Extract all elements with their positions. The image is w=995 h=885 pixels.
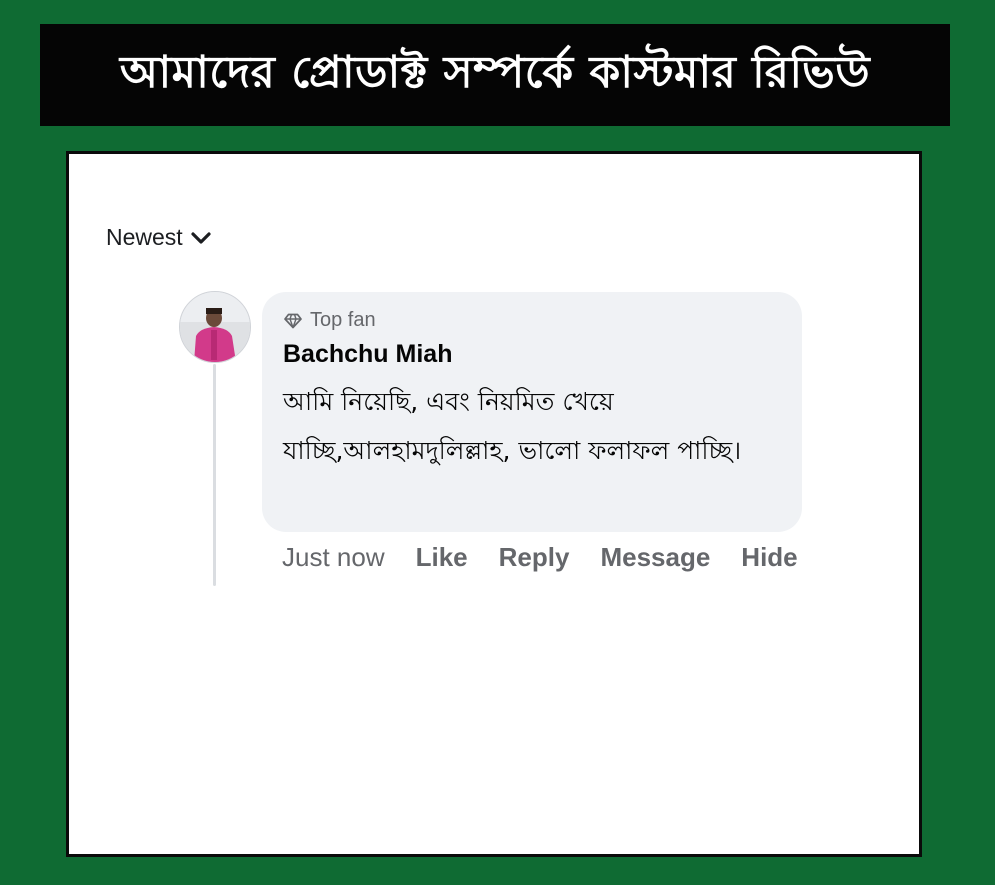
thread-line (213, 364, 216, 586)
comment-text: আমি নিয়েছি, এবং নিয়মিত খেয়ে যাচ্ছি,আল… (283, 387, 742, 465)
comment-timestamp[interactable]: Just now (282, 542, 385, 573)
chevron-down-icon (191, 231, 211, 244)
comment-bubble: Top fan Bachchu Miah আমি নিয়েছি, এবং নি… (262, 292, 802, 532)
comment-author[interactable]: Bachchu Miah (283, 340, 452, 369)
badge-label: Top fan (310, 309, 376, 331)
banner-title: আমাদের প্রোডাক্ট সম্পর্কে কাস্টমার রিভিউ (119, 46, 871, 98)
sort-label: Newest (106, 224, 183, 250)
avatar-image (180, 292, 250, 362)
diamond-icon (284, 313, 302, 328)
like-button[interactable]: Like (416, 542, 468, 573)
top-fan-badge: Top fan (283, 309, 376, 332)
comment-panel: Newest Top fan Bachchu Miah আমি নিয়েছি,… (66, 151, 922, 857)
comment-actions: Just now Like Reply Message Hide (282, 542, 798, 573)
title-banner: আমাদের প্রোডাক্ট সম্পর্কে কাস্টমার রিভিউ (40, 24, 950, 126)
hide-button[interactable]: Hide (741, 542, 797, 573)
avatar[interactable] (179, 291, 251, 363)
sort-dropdown[interactable]: Newest (106, 224, 211, 251)
message-button[interactable]: Message (600, 542, 710, 573)
reply-button[interactable]: Reply (499, 542, 570, 573)
